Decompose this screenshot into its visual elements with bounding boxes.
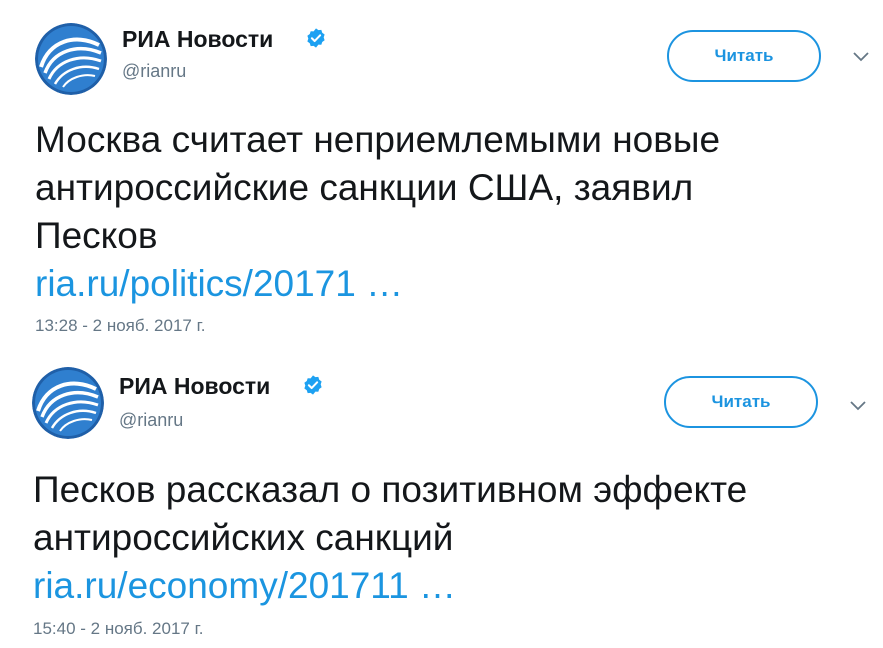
verified-badge-icon: [307, 28, 325, 48]
follow-button[interactable]: Читать: [664, 376, 818, 428]
tweet-card: РИА Новости @rianru Читать Песков расска…: [0, 348, 883, 648]
author-handle[interactable]: @rianru: [122, 61, 186, 82]
tweet-card: РИА Новости @rianru Читать Москва считае…: [0, 0, 883, 345]
tweet-text-line: Москва считает неприемлемыми новые: [35, 119, 721, 160]
timestamp[interactable]: 15:40 - 2 нояб. 2017 г.: [33, 619, 203, 639]
tweet-text: Песков рассказал о позитивном эффекте ан…: [33, 466, 747, 610]
chevron-down-icon[interactable]: [852, 51, 870, 63]
tweet-text-line: антироссийские санкции США, заявил: [35, 167, 694, 208]
follow-button[interactable]: Читать: [667, 30, 821, 82]
tweet-text: Москва считает неприемлемыми новые антир…: [35, 116, 720, 308]
tweet-text-line: Песков: [35, 215, 158, 256]
tweet-text-line: Песков рассказал о позитивном эффекте: [33, 469, 748, 510]
tweet-link[interactable]: ria.ru/politics/20171 …: [35, 263, 403, 304]
avatar[interactable]: [32, 367, 104, 439]
verified-badge-icon: [304, 375, 322, 395]
ria-logo-icon: [35, 23, 107, 95]
timestamp[interactable]: 13:28 - 2 нояб. 2017 г.: [35, 316, 205, 336]
author-name[interactable]: РИА Новости: [119, 373, 270, 400]
ria-logo-icon: [32, 367, 104, 439]
chevron-down-icon[interactable]: [849, 400, 867, 412]
avatar[interactable]: [35, 23, 107, 95]
tweet-text-line: антироссийских санкций: [33, 517, 454, 558]
tweet-link[interactable]: ria.ru/economy/201711 …: [33, 565, 456, 606]
author-handle[interactable]: @rianru: [119, 410, 183, 431]
author-name[interactable]: РИА Новости: [122, 26, 273, 53]
